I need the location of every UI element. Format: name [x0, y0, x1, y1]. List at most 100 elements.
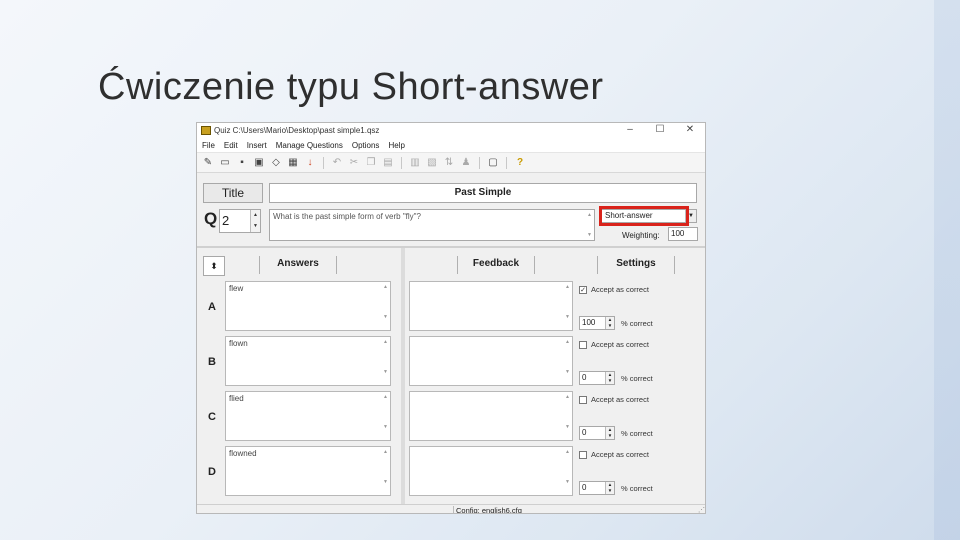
row-letter-b: B	[208, 356, 216, 368]
percent-stepper-b[interactable]: 0 ▲ ▼	[579, 371, 615, 385]
background-stripe	[934, 0, 960, 540]
undo-icon[interactable]: ↶	[330, 156, 344, 170]
stepper-arrows-icon[interactable]: ▲ ▼	[605, 482, 614, 494]
accept-checkbox-d[interactable]: Accept as correct	[579, 450, 649, 459]
percent-value: 100	[582, 318, 596, 327]
scroll-arrows-icon[interactable]: ▲ ▼	[563, 282, 572, 330]
accept-label: Accept as correct	[591, 285, 649, 294]
window-titlebar: Quiz C:\Users\Mario\Desktop\past simple1…	[197, 123, 705, 139]
question-text: What is the past simple form of verb "fl…	[273, 212, 421, 221]
answer-text: flied	[229, 394, 244, 403]
question-number-stepper[interactable]: 2 ▲ ▼	[219, 209, 261, 233]
scroll-arrows-icon[interactable]: ▲ ▼	[563, 392, 572, 440]
answer-field-a[interactable]: flew ▲ ▼	[225, 281, 391, 331]
title-field[interactable]: Past Simple	[269, 183, 697, 203]
app-icon	[201, 126, 211, 135]
resize-grip-icon[interactable]: ⋰	[698, 506, 705, 513]
feedback-field-d[interactable]: ▲ ▼	[409, 446, 573, 496]
row-letter-d: D	[208, 466, 216, 478]
scroll-arrows-icon[interactable]: ▲ ▼	[585, 210, 594, 240]
feedback-column-header[interactable]: Feedback	[457, 256, 535, 274]
feedback-field-c[interactable]: ▲ ▼	[409, 391, 573, 441]
weighting-value: 100	[671, 229, 685, 238]
percent-stepper-a[interactable]: 100 ▲ ▼	[579, 316, 615, 330]
scroll-arrows-icon[interactable]: ▲ ▼	[381, 392, 390, 440]
save-icon[interactable]: ▪	[235, 156, 249, 170]
feedback-field-b[interactable]: ▲ ▼	[409, 336, 573, 386]
paste-icon[interactable]: ▤	[381, 156, 395, 170]
save-all-icon[interactable]: ▣	[252, 156, 266, 170]
percent-stepper-c[interactable]: 0 ▲ ▼	[579, 426, 615, 440]
maximize-button[interactable]: ☐	[653, 124, 667, 135]
status-bar: Config: english6.cfq ⋰	[197, 504, 705, 513]
toolbar-separator	[506, 156, 507, 169]
toolbar: ✎ ▭ ▪ ▣ ◇ ▦ ↓ ↶ ✂ ❐ ▤ ▥ ▧ ⇅ ♟ ▢ ?	[197, 153, 705, 173]
window-title: Quiz C:\Users\Mario\Desktop\past simple1…	[214, 126, 380, 135]
answer-field-c[interactable]: flied ▲ ▼	[225, 391, 391, 441]
accept-label: Accept as correct	[591, 340, 649, 349]
question-list-icon[interactable]: ▥	[408, 156, 422, 170]
menu-manage-questions[interactable]: Manage Questions	[276, 141, 343, 150]
sort-icon[interactable]: ⇅	[442, 156, 456, 170]
accept-checkbox-a[interactable]: ✓ Accept as correct	[579, 285, 649, 294]
minimize-button[interactable]: –	[623, 124, 637, 135]
users-icon[interactable]: ♟	[459, 156, 473, 170]
panel-splitter[interactable]	[401, 248, 405, 504]
menu-edit[interactable]: Edit	[224, 141, 238, 150]
answer-field-b[interactable]: flown ▲ ▼	[225, 336, 391, 386]
title-button[interactable]: Title	[203, 183, 263, 203]
accept-checkbox-b[interactable]: Accept as correct	[579, 340, 649, 349]
accept-checkbox-c[interactable]: Accept as correct	[579, 395, 649, 404]
preview-icon[interactable]: ◇	[269, 156, 283, 170]
answer-field-d[interactable]: flowned ▲ ▼	[225, 446, 391, 496]
checkbox-checked-icon[interactable]: ✓	[579, 285, 587, 294]
weighting-label: Weighting:	[622, 231, 660, 240]
answers-column-header[interactable]: Answers	[259, 256, 337, 274]
checkbox-icon[interactable]	[579, 450, 587, 459]
percent-value: 0	[582, 483, 587, 492]
toolbar-separator	[323, 156, 324, 169]
feedback-field-a[interactable]: ▲ ▼	[409, 281, 573, 331]
percent-stepper-d[interactable]: 0 ▲ ▼	[579, 481, 615, 495]
scroll-arrows-icon[interactable]: ▲ ▼	[381, 282, 390, 330]
menu-options[interactable]: Options	[352, 141, 380, 150]
checkbox-icon[interactable]	[579, 340, 587, 349]
insert-answer-icon[interactable]: ⬍	[203, 256, 225, 276]
menu-help[interactable]: Help	[388, 141, 404, 150]
copy-icon[interactable]: ❐	[364, 156, 378, 170]
row-letter-c: C	[208, 411, 216, 423]
grid-icon[interactable]: ▦	[286, 156, 300, 170]
row-letter-a: A	[208, 301, 216, 313]
config-status: Config: english6.cfq	[453, 506, 522, 513]
checkbox-icon[interactable]	[579, 395, 587, 404]
settings-column-header[interactable]: Settings	[597, 256, 675, 274]
toolbar-separator	[479, 156, 480, 169]
monitor-icon[interactable]: ▢	[486, 156, 500, 170]
menu-file[interactable]: File	[202, 141, 215, 150]
answer-text: flown	[229, 339, 248, 348]
question-text-field[interactable]: What is the past simple form of verb "fl…	[269, 209, 595, 241]
toolbar-separator	[401, 156, 402, 169]
stepper-arrows-icon[interactable]: ▲ ▼	[250, 210, 260, 232]
scroll-arrows-icon[interactable]: ▲ ▼	[563, 447, 572, 495]
scroll-arrows-icon[interactable]: ▲ ▼	[381, 337, 390, 385]
open-folder-icon[interactable]: ▭	[218, 156, 232, 170]
percent-value: 0	[582, 373, 587, 382]
weighting-field[interactable]: 100	[668, 227, 698, 241]
answer-text: flowned	[229, 449, 257, 458]
down-arrow-icon[interactable]: ↓	[303, 156, 317, 170]
scroll-arrows-icon[interactable]: ▲ ▼	[563, 337, 572, 385]
close-button[interactable]: ✕	[683, 124, 697, 135]
menu-bar: File Edit Insert Manage Questions Option…	[197, 139, 705, 153]
percent-label: % correct	[621, 319, 653, 328]
scroll-arrows-icon[interactable]: ▲ ▼	[381, 447, 390, 495]
menu-insert[interactable]: Insert	[247, 141, 267, 150]
add-question-icon[interactable]: ▧	[425, 156, 439, 170]
new-file-icon[interactable]: ✎	[201, 156, 215, 170]
cut-icon[interactable]: ✂	[347, 156, 361, 170]
stepper-arrows-icon[interactable]: ▲ ▼	[605, 372, 614, 384]
question-label: Q	[204, 209, 218, 228]
help-icon[interactable]: ?	[513, 156, 527, 170]
stepper-arrows-icon[interactable]: ▲ ▼	[605, 427, 614, 439]
stepper-arrows-icon[interactable]: ▲ ▼	[605, 317, 614, 329]
